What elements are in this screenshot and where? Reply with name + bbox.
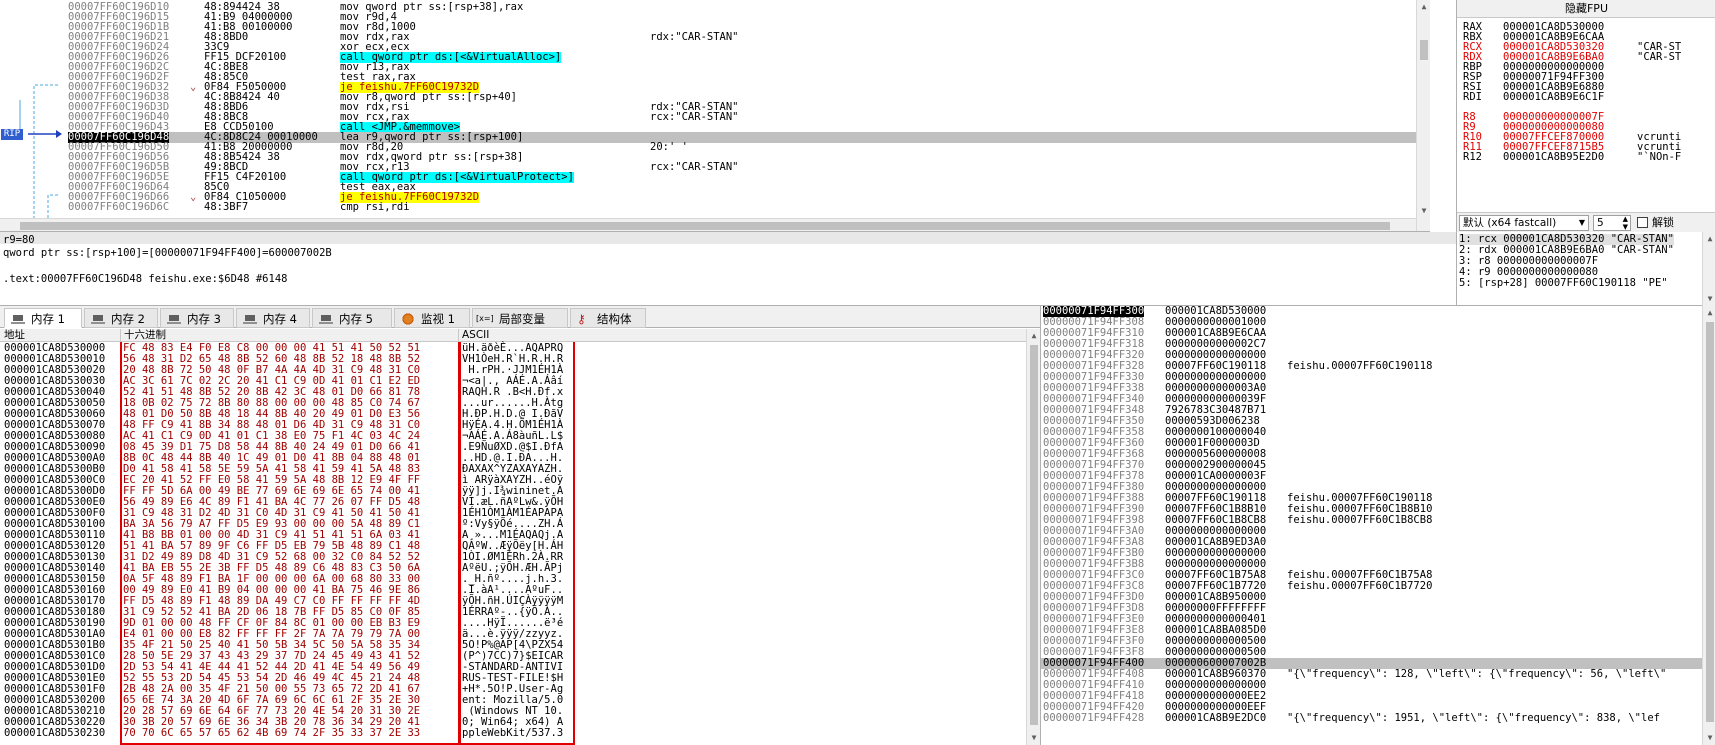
info-line: .text:00007FF60C196D48 feishu.exe:$6D48 … (3, 273, 288, 285)
dump-row[interactable]: 000001CA8D530230 70 70 6C 65 57 65 62 4B … (0, 728, 1030, 739)
disasm-vscroll-thumb[interactable] (1420, 40, 1428, 60)
info-header (0, 232, 1456, 244)
registers-panel: 隐藏FPU RAX 000001CA8D530000 RBX 000001CA8B9E… (1456, 0, 1715, 232)
unlock-label: 解锁 (1652, 216, 1674, 229)
hex-column-header[interactable]: 十六进制 (124, 329, 166, 342)
scroll-up-icon[interactable]: ▲ (1417, 0, 1430, 14)
dump-vscroll-thumb[interactable] (1030, 345, 1038, 725)
tab-2[interactable]: 内存 2 (84, 308, 158, 328)
tab-label: 内存 2 (111, 312, 145, 326)
locals-icon: [x=] (476, 314, 494, 323)
info-line: r9=80 (3, 234, 35, 246)
memory-icon (243, 313, 257, 325)
disassembly-rows: 00007FF60C196D10 48:894424 38 mov qword pt… (68, 0, 1430, 231)
stack-comment: feishu.00007FF60C190118 (1287, 360, 1433, 372)
tab-6[interactable]: 监视 1 (394, 308, 470, 328)
scroll-down-icon[interactable]: ▼ (1703, 292, 1715, 306)
stack-address: 00000071F94FF428 (1043, 712, 1145, 724)
stack-row[interactable]: 00000071F94FF428 000001CA8B9E2DC0 "{\"freq… (1041, 713, 1715, 724)
scroll-down-icon[interactable]: ▼ (1027, 731, 1040, 745)
disasm-hscroll-thumb[interactable] (20, 222, 1390, 230)
scroll-down-icon[interactable]: ▼ (1703, 731, 1715, 745)
instruction-text: cmp rsi,rdi (340, 201, 410, 213)
dump-rows: 000001CA8D530000 FC 48 83 E4 F0 E8 C8 00 … (0, 343, 1030, 745)
jump-gutter: RIP (0, 0, 68, 231)
info-box: r9=80 qword ptr ss:[rsp+100]=[00000071F94… (0, 232, 1456, 306)
disasm-vscroll[interactable]: ▲ ▼ (1416, 0, 1430, 231)
tab-label: 结构体 (597, 312, 632, 326)
jump-arrows (19, 84, 62, 228)
dump-tabbar: 内存 1 内存 2 内存 3 内存 4 内存 5 监视 1 [x=] 局部变量 ⚷ 结构体 (0, 306, 1040, 328)
tab-label: 局部变量 (499, 312, 545, 326)
memory-icon (11, 313, 25, 325)
tab-label: 内存 3 (187, 312, 221, 326)
stack-view[interactable]: 00000071F94FF300 000001CA8D530000 00000071… (1040, 306, 1715, 745)
tab-3[interactable]: 内存 3 (160, 308, 234, 328)
instruction-bytes: 48:3BF7 (204, 201, 249, 213)
scroll-down-icon[interactable]: ▼ (1417, 204, 1430, 218)
call-convention-bar: 默认 (x64 fastcall) ▼ 5 ▲ ▼ 解锁 (1457, 212, 1715, 232)
column-divider (120, 329, 121, 342)
tab-label: 内存 5 (339, 312, 373, 326)
rip-marker: RIP (1, 129, 23, 140)
arg-count-value: 5 (1597, 217, 1604, 229)
arg-count-stepper[interactable]: 5 ▲ ▼ (1593, 215, 1631, 231)
convention-value: 默认 (x64 fastcall) (1463, 217, 1557, 229)
register-name: RDI (1463, 91, 1482, 103)
stack-rows: 00000071F94FF300 000001CA8D530000 00000071… (1041, 306, 1715, 745)
stack-comment: "{\"frequency\": 1951, \"left\": {\"freq… (1287, 712, 1660, 724)
watch-icon (401, 313, 415, 325)
tab-1[interactable]: 内存 1 (4, 308, 82, 328)
args-vscroll[interactable]: ▲ ▼ (1702, 232, 1715, 306)
stack-comment: feishu.00007FF60C1B8CB8 (1287, 514, 1433, 526)
stack-value: 000001CA8B9E2DC0 (1165, 712, 1267, 724)
instruction-address: 00007FF60C196D6C (68, 201, 170, 213)
tab-label: 内存 4 (263, 312, 297, 326)
register-name: R12 (1463, 151, 1482, 163)
tab-5[interactable]: 内存 5 (312, 308, 392, 328)
unlock-checkbox[interactable] (1637, 217, 1648, 228)
stack-vscroll-thumb[interactable] (1706, 322, 1714, 722)
tab-8[interactable]: ⚷ 结构体 (570, 308, 646, 328)
register-value: 000001CA8B95E2D0 (1503, 151, 1605, 163)
register-value: 000001CA8B9E6C1F (1503, 91, 1605, 103)
tab-label: 内存 1 (31, 312, 65, 326)
memory-icon (91, 313, 105, 325)
disassembly-view[interactable]: RIP 00007FF60C196D10 48:894424 38 mov qwor… (0, 0, 1430, 232)
stack-comment: "{\"frequency\": 128, \"left\": {\"frequ… (1287, 668, 1667, 680)
call-args-panel: 1: rcx 000001CA8D530320 "CAR-STAN" 2: rdx… (1456, 232, 1715, 306)
column-divider (458, 329, 459, 342)
register-list: RAX 000001CA8D530000 RBX 000001CA8B9E6CAA RC… (1457, 20, 1715, 200)
scroll-up-icon[interactable]: ▲ (1027, 329, 1040, 343)
ascii-column-header[interactable]: ASCII (462, 329, 489, 342)
stack-comment: feishu.00007FF60C1B7720 (1287, 580, 1433, 592)
call-arg-row[interactable]: 5: [rsp+28] 00007FF60C190118 "PE" (1459, 278, 1668, 289)
chevron-down-icon: ▼ (1578, 218, 1585, 227)
addr-column-header[interactable]: 地址 (4, 329, 25, 342)
stepper-arrows-icon[interactable]: ▲ ▼ (1623, 215, 1628, 231)
dump-header: 地址 十六进制 ASCII (0, 329, 1030, 342)
dump-address: 000001CA8D530230 (4, 727, 106, 739)
struct-icon: ⚷ (577, 312, 586, 326)
call-args-list: 1: rcx 000001CA8D530320 "CAR-STAN" 2: rdx… (1459, 234, 1699, 304)
disasm-hscroll[interactable] (0, 218, 1416, 231)
scroll-up-icon[interactable]: ▲ (1703, 306, 1715, 320)
convention-select[interactable]: 默认 (x64 fastcall) ▼ (1459, 215, 1589, 231)
dump-vscroll[interactable]: ▲ ▼ (1026, 329, 1040, 745)
dump-hex: 70 70 6C 65 57 65 62 4B 69 74 2F 35 33 3… (123, 727, 421, 739)
tab-label: 监视 1 (421, 312, 455, 326)
scroll-up-icon[interactable]: ▲ (1703, 232, 1715, 246)
memory-dump[interactable]: 地址 十六进制 ASCII 000001CA8D530000 FC 48 83 E… (0, 329, 1040, 745)
register-comment: "CAR-ST (1637, 51, 1682, 63)
dump-ascii: ppleWebKit/537.3 (462, 727, 564, 739)
register-comment: "`NOn-F (1637, 151, 1682, 163)
tab-4[interactable]: 内存 4 (236, 308, 310, 328)
tab-7[interactable]: [x=] 局部变量 (472, 308, 568, 328)
stack-vscroll[interactable]: ▲ ▼ (1702, 306, 1715, 745)
info-line: qword ptr ss:[rsp+100]=[00000071F94FF400… (3, 247, 332, 259)
disasm-row[interactable]: 00007FF60C196D6C 48:3BF7 cmp rsi,rdi (68, 202, 1430, 213)
memory-icon (319, 313, 333, 325)
hide-fpu-button[interactable]: 隐藏FPU (1457, 0, 1715, 18)
memory-icon (167, 313, 181, 325)
